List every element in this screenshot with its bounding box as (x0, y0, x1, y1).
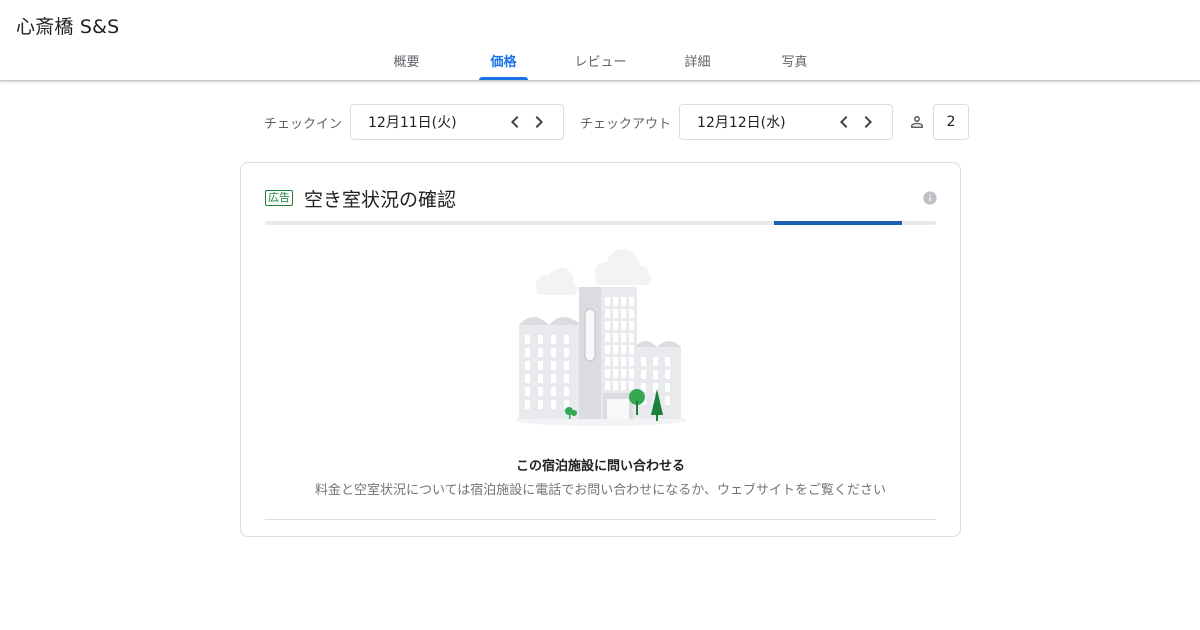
contact-property-description: 料金と空室状況については宿泊施設に電話でお問い合わせになるか、ウェブサイトをご覧… (314, 483, 887, 498)
building-window (551, 361, 556, 370)
building-window (551, 374, 556, 383)
building-window (551, 400, 556, 409)
building-window (665, 357, 670, 366)
info-icon[interactable] (922, 190, 938, 206)
tab-details[interactable]: 詳細 (649, 46, 746, 80)
building-window (525, 374, 530, 383)
building-window (605, 309, 610, 318)
checkin-label: チェックイン (264, 116, 343, 132)
contact-property-title: この宿泊施設に問い合わせる (515, 459, 685, 474)
building-window (605, 321, 610, 330)
guest-count-field[interactable]: 2 (933, 104, 970, 140)
hotel-name: 心斎橋 S&S (16, 16, 120, 38)
chevron-left-icon[interactable] (832, 110, 856, 134)
building-window (538, 348, 543, 357)
tab-overview[interactable]: 概要 (358, 46, 455, 80)
checkout-arrows (832, 105, 880, 139)
building-window (613, 357, 618, 366)
building-window (538, 400, 543, 409)
building-window (653, 370, 658, 379)
building-window (629, 345, 634, 354)
date-selector-bar: チェックイン 12月11日(火) チェックアウト 12月12日(水) 2 (264, 104, 970, 140)
ad-badge: 広告 (265, 190, 293, 206)
building-window (605, 381, 610, 390)
tab-prices[interactable]: 価格 (455, 46, 552, 80)
building-window (641, 370, 646, 379)
person-icon (905, 110, 929, 134)
building-window (538, 361, 543, 370)
chevron-right-icon[interactable] (527, 110, 551, 134)
building-window (525, 400, 530, 409)
card-divider (265, 519, 936, 520)
building-window (525, 335, 530, 344)
checkin-arrows (503, 105, 551, 139)
building-window (621, 333, 626, 342)
building-window (551, 387, 556, 396)
building-window (629, 309, 634, 318)
building-window (613, 381, 618, 390)
checkout-label: チェックアウト (580, 116, 672, 132)
building-window (629, 297, 634, 306)
building-window (665, 383, 670, 392)
building-window (629, 381, 634, 390)
building-window (621, 345, 626, 354)
building-window (538, 387, 543, 396)
building-window (538, 374, 543, 383)
tab-photos[interactable]: 写真 (746, 46, 843, 80)
building-window (605, 345, 610, 354)
building-window (564, 361, 569, 370)
building-window (613, 321, 618, 330)
building-window (613, 369, 618, 378)
availability-card: 広告 空き室状況の確認 この宿泊施設に問い合わせる 料金と空室状況については宿泊… (240, 162, 961, 537)
building-window (525, 348, 530, 357)
checkin-date-field[interactable]: 12月11日(火) (350, 104, 565, 140)
building-window (564, 348, 569, 357)
tab-reviews[interactable]: レビュー (552, 46, 649, 80)
chevron-left-icon[interactable] (503, 110, 527, 134)
building-window (629, 321, 634, 330)
hotel-buildings-illustration (515, 249, 687, 426)
loading-progress-bar (265, 221, 936, 225)
building-window (665, 370, 670, 379)
building-window (653, 357, 658, 366)
checkin-date-value: 12月11日(火) (368, 115, 457, 131)
checkout-date-value: 12月12日(水) (697, 115, 786, 131)
building-window (605, 357, 610, 366)
building-window (613, 309, 618, 318)
building-window (525, 387, 530, 396)
building-window (605, 369, 610, 378)
building-window (564, 335, 569, 344)
building-window (551, 348, 556, 357)
building-window (621, 357, 626, 366)
building-window (621, 321, 626, 330)
building-window (564, 374, 569, 383)
building-window (665, 396, 670, 405)
building-window (641, 357, 646, 366)
building-window (629, 333, 634, 342)
chevron-right-icon[interactable] (856, 110, 880, 134)
building-window (538, 335, 543, 344)
building-window (551, 335, 556, 344)
app-header: 心斎橋 S&S 概要 価格 レビュー 詳細 写真 (0, 0, 1200, 80)
checkout-date-field[interactable]: 12月12日(水) (679, 104, 894, 140)
building-window (621, 381, 626, 390)
availability-title: 空き室状況の確認 (304, 189, 457, 211)
building-window (605, 333, 610, 342)
section-tabs: 概要 価格 レビュー 詳細 写真 (358, 46, 843, 80)
building-window (629, 357, 634, 366)
building-window (525, 361, 530, 370)
building-window (613, 345, 618, 354)
building-window (605, 297, 610, 306)
building-window (564, 387, 569, 396)
building-window (621, 369, 626, 378)
progress-fill (773, 221, 903, 225)
building-window (613, 297, 618, 306)
building-window (621, 309, 626, 318)
building-window (613, 333, 618, 342)
building-window (629, 369, 634, 378)
building-window (621, 297, 626, 306)
